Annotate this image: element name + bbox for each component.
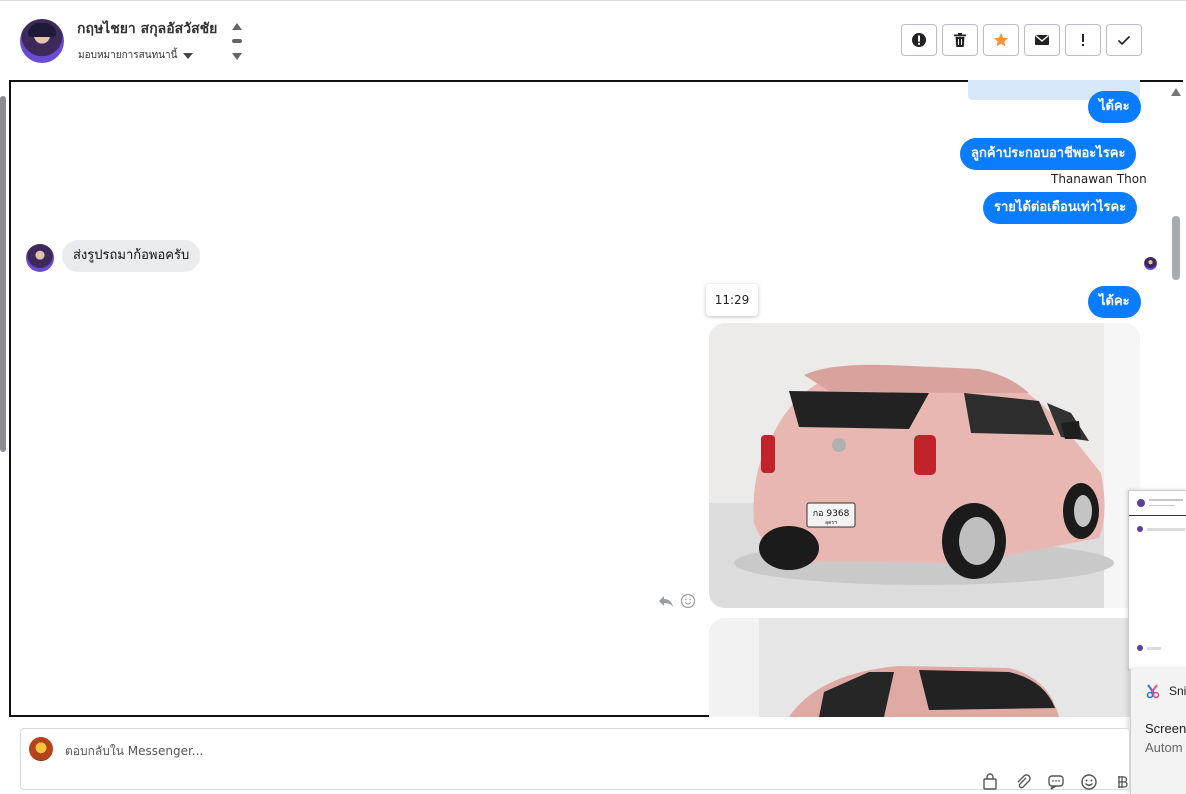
notification-heading: Screen <box>1145 721 1186 736</box>
seen-avatar <box>1144 257 1157 270</box>
plate-province: อุดรฯ <box>825 520 837 526</box>
thread-scroll-up-icon[interactable] <box>1171 88 1181 96</box>
mark-unread-button[interactable] <box>1024 24 1060 56</box>
thumbnail-line <box>1149 505 1175 506</box>
outgoing-message[interactable]: รายได้ต่อเดือนเท่าไรคะ <box>983 192 1138 224</box>
outgoing-message[interactable]: ลูกค้าประกอบอาชีพอะไรคะ <box>960 138 1137 170</box>
spam-button[interactable] <box>901 24 937 56</box>
thumbnail-avatar <box>1137 526 1143 532</box>
trash-icon <box>954 33 966 47</box>
contact-avatar-small[interactable] <box>26 244 54 272</box>
assign-conversation-dropdown[interactable]: มอบหมายการสนทนานี้ <box>78 48 194 63</box>
page-avatar <box>29 737 53 761</box>
car-side-image <box>709 618 1140 717</box>
snipping-tool-title: Snip <box>1169 684 1186 698</box>
contact-avatar[interactable] <box>20 19 64 63</box>
thumbnail-line <box>1147 528 1185 531</box>
bitcoin-icon[interactable] <box>1113 773 1131 791</box>
caret-down-icon <box>183 52 194 59</box>
emoji-reaction-icon[interactable] <box>680 593 696 609</box>
thumbnail-line <box>1147 647 1161 650</box>
thumbnail-divider <box>1129 515 1186 516</box>
assign-label: มอบหมายการสนทนานี้ <box>78 50 178 61</box>
chat-bubble-icon[interactable] <box>1047 773 1065 791</box>
done-button[interactable] <box>1106 24 1142 56</box>
notification-subtext: Autom <box>1145 740 1183 755</box>
check-icon <box>1117 35 1131 46</box>
sender-name: Thanawan Thon <box>1051 172 1147 186</box>
timestamp-tooltip: 11:29 <box>706 284 758 316</box>
contact-name[interactable]: กฤษไชยา สกุลอัสวัสชัย <box>77 18 217 40</box>
reply-composer: ตอบกลับใน Messenger... <box>20 728 1130 790</box>
message-actions <box>658 593 696 609</box>
alert-circle-icon <box>912 33 926 47</box>
star-icon <box>993 33 1009 47</box>
incoming-message[interactable]: ส่งรูปรถมาก้อพอครับ <box>62 240 201 272</box>
envelope-icon <box>1035 34 1049 45</box>
delete-button[interactable] <box>942 24 978 56</box>
composer-toolbar <box>981 773 1131 791</box>
follow-up-button[interactable] <box>1065 24 1101 56</box>
outgoing-message[interactable]: ได้คะ <box>1088 91 1141 123</box>
star-button[interactable] <box>983 24 1019 56</box>
conversation-header: กฤษไชยา สกุลอัสวัสชัย มอบหมายการสนทนานี้ <box>0 0 1186 81</box>
thumbnail-line <box>1149 499 1183 501</box>
thumbnail-avatar <box>1137 645 1143 651</box>
sort-arrows[interactable] <box>231 23 243 61</box>
car-photo-message[interactable] <box>709 618 1140 717</box>
reply-icon[interactable] <box>658 593 674 609</box>
arrow-up-icon[interactable] <box>232 23 242 30</box>
emoji-icon[interactable] <box>1080 773 1098 791</box>
conversation-actions <box>901 24 1142 56</box>
reply-input[interactable]: ตอบกลับใน Messenger... <box>65 742 765 761</box>
thumbnail-avatar <box>1137 499 1145 507</box>
snipping-tool-notification[interactable]: Snip Screen Autom <box>1130 669 1186 794</box>
car-photo-message[interactable]: กอ 9368 อุดรฯ <box>709 323 1140 608</box>
car-rear-image: กอ 9368 อุดรฯ <box>709 323 1140 608</box>
bag-icon[interactable] <box>981 773 999 791</box>
arrow-down-icon[interactable] <box>232 53 242 60</box>
snipping-tool-icon <box>1146 684 1160 699</box>
plate-number: กอ 9368 <box>813 509 850 519</box>
screenshot-thumbnail[interactable] <box>1128 490 1186 670</box>
paperclip-icon[interactable] <box>1014 773 1032 791</box>
page-scrollbar[interactable] <box>0 96 6 452</box>
thread-scrollbar[interactable] <box>1172 216 1180 280</box>
outgoing-message[interactable]: ได้คะ <box>1088 286 1141 318</box>
drag-handle-icon <box>232 39 242 43</box>
exclamation-icon <box>1082 34 1084 46</box>
